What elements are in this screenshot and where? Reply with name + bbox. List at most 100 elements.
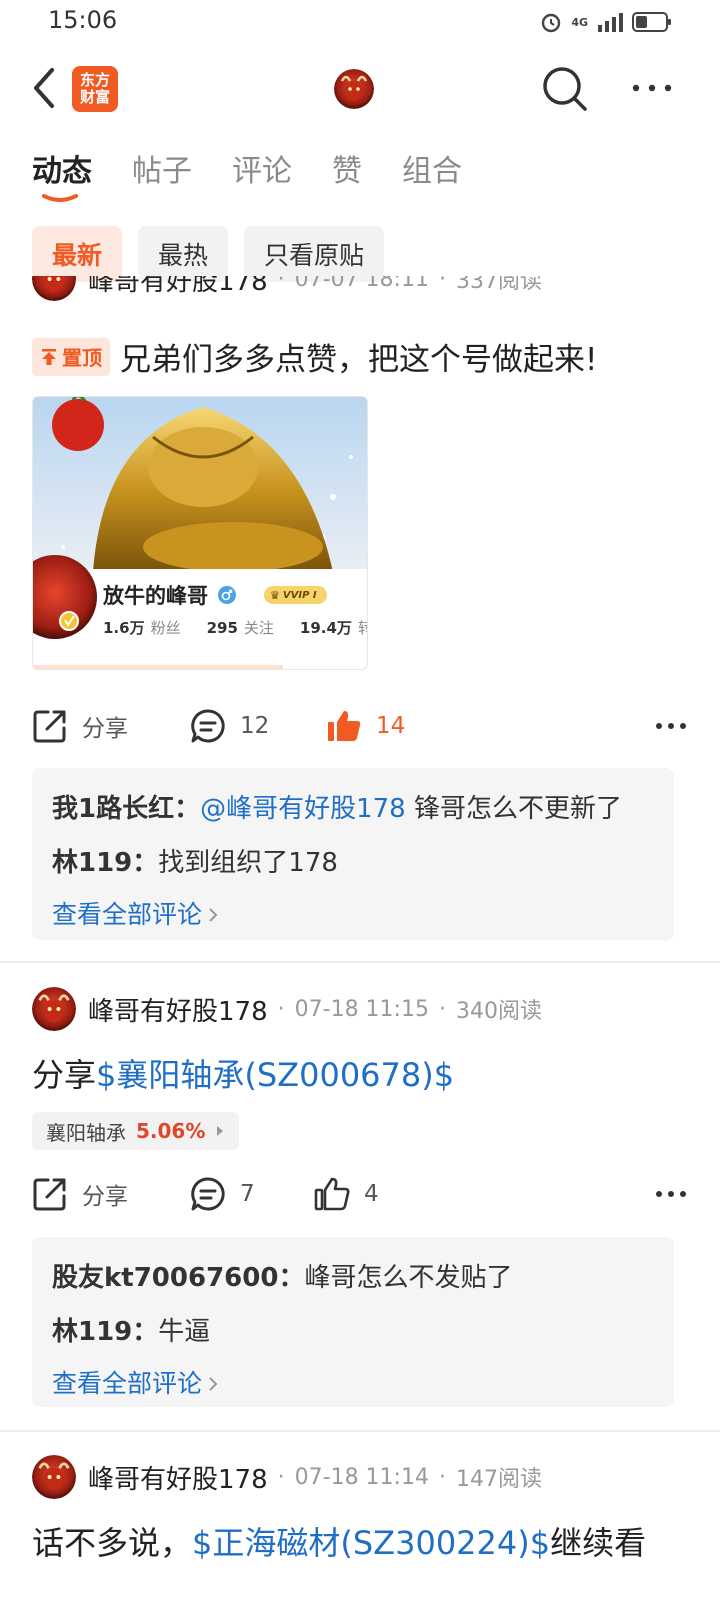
view-all-label: 查看全部评论 [52,1369,203,1398]
post-reads: 147阅读 [455,1467,542,1492]
post-more-icon[interactable] [654,1184,688,1204]
comment-user[interactable]: 林119： [52,848,158,878]
like-button[interactable]: 14 [326,708,405,744]
more-options-icon[interactable] [630,76,674,100]
comment-icon [191,709,225,743]
view-all-label: 查看全部评论 [52,900,203,929]
comment-item[interactable]: 股友kt70067600：峰哥怎么不发贴了 [52,1251,654,1305]
follow-label: 关注 [243,619,274,637]
comment-user[interactable]: 股友kt70067600： [52,1263,304,1293]
search-icon[interactable] [540,64,590,114]
network-label: 4G [571,15,588,29]
fans-count: 1.6万 [103,619,145,637]
author-avatar[interactable] [32,1455,76,1499]
post-image[interactable]: 放牛的峰哥 ♛ VVIP I 1.6万 粉丝 295 关注 19.4万 转 [32,396,368,670]
play-triangle-icon [217,1126,224,1136]
meta-separator: · [438,996,446,1022]
post-text: 兄弟们多多点赞，把这个号做起来! [120,342,598,378]
comment-count: 7 [240,1181,255,1207]
third-label: 转 [358,617,367,638]
chevron-right-icon [209,908,218,922]
comment-text: 锋哥怎么不更新了 [405,794,622,824]
comment-text: 找到组织了178 [158,848,338,878]
tab-dynamic[interactable]: 动态 [32,146,92,190]
post-reads: 337阅读 [455,276,542,294]
logo-line2: 财富 [79,88,110,106]
post-text-suffix: 继续看 [550,1524,647,1562]
thumbs-up-filled-icon [328,711,361,741]
card-name-row: 放牛的峰哥 ♛ VVIP I [103,580,327,610]
share-button[interactable]: 分享 [32,708,190,744]
post-divider [0,961,720,963]
comment-item[interactable]: 林119：找到组织了178 [52,836,654,890]
comment-button[interactable]: 7 [190,1176,314,1212]
battery-icon [632,12,671,32]
view-all-comments-link[interactable]: 查看全部评论 [52,890,654,940]
tab-likes[interactable]: 赞 [332,146,362,190]
post-author[interactable]: 峰哥有好股178 [88,991,268,1028]
meta-separator: · [277,996,285,1022]
like-count: 4 [364,1181,379,1207]
post-text-prefix: 话不多说， [32,1524,193,1562]
comment-text: 峰哥怎么不发贴了 [304,1263,513,1293]
pin-up-icon [42,348,56,365]
post-reads: 340阅读 [455,999,542,1024]
back-arrow-icon[interactable] [24,62,68,114]
author-avatar[interactable] [32,276,76,301]
pinned-label: 置顶 [62,346,102,370]
filter-hot[interactable]: 最热 [138,226,229,282]
share-icon [33,1178,66,1211]
comment-user[interactable]: 林119： [52,1317,158,1347]
tab-posts[interactable]: 帖子 [132,146,192,190]
stock-link[interactable]: $襄阳轴承(SZ000678)$ [96,1056,454,1094]
profile-avatar[interactable] [334,69,374,109]
post-1-header: 峰哥有好股178 · 07-07 18:11 · 337阅读 [32,276,692,316]
filter-latest[interactable]: 最新 [32,226,123,282]
comment-mention[interactable]: @峰哥有好股178 [200,794,406,824]
post-1-body[interactable]: 置顶 兄弟们多多点赞，把这个号做起来! [32,334,597,379]
comment-text: 牛逼 [158,1317,211,1347]
post-divider [0,1430,720,1432]
post-text[interactable]: 分享$襄阳轴承(SZ000678)$ [32,1050,454,1096]
author-avatar[interactable] [32,987,76,1031]
comment-user[interactable]: 我1路长红： [52,794,200,824]
stock-quote-chip[interactable]: 襄阳轴承 5.06% [32,1112,240,1150]
comment-item[interactable]: 林119：牛逼 [52,1305,654,1359]
crown-icon: ♛ [270,588,280,602]
tab-portfolio[interactable]: 组合 [402,146,462,190]
profile-tabs: 动态 帖子 评论 赞 组合 [32,146,462,190]
vip-badge: ♛ VVIP I [264,586,327,604]
alarm-icon [542,13,561,33]
card-name: 放牛的峰哥 [103,584,208,608]
meta-separator: · [438,276,446,292]
meta-separator: · [277,276,285,292]
post-more-icon[interactable] [654,716,688,736]
third-count: 19.4万 [299,619,352,637]
like-button[interactable]: 4 [314,1176,379,1212]
comment-button[interactable]: 12 [190,708,326,744]
comment-icon [191,1177,225,1211]
post-time: 07-18 11:14 [294,1464,429,1490]
view-all-comments-link[interactable]: 查看全部评论 [52,1359,654,1409]
comment-preview: 股友kt70067600：峰哥怎么不发贴了 林119：牛逼 查看全部评论 [32,1237,674,1407]
stock-link[interactable]: $正海磁材(SZ300224)$ [192,1524,550,1562]
active-tab-indicator [42,194,78,202]
comment-preview: 我1路长红：@峰哥有好股178 锋哥怎么不更新了 林119：找到组织了178 查… [32,768,674,940]
post-text[interactable]: 话不多说，$正海磁材(SZ300224)$继续看 [32,1518,646,1564]
pinned-badge: 置顶 [32,337,110,376]
comment-item[interactable]: 我1路长红：@峰哥有好股178 锋哥怎么不更新了 [52,782,654,836]
eastmoney-logo[interactable]: 东方 财富 [72,66,118,112]
tab-comments[interactable]: 评论 [232,146,292,190]
thumbs-up-icon [314,1177,350,1211]
post-2-header: 峰哥有好股178 · 07-18 11:15 · 340阅读 [32,984,542,1034]
post-author[interactable]: 峰哥有好股178 [88,1459,268,1496]
card-stats: 1.6万 粉丝 295 关注 19.4万 转 [103,617,367,638]
signal-icon [598,13,623,32]
comment-count: 12 [240,713,270,739]
post-author[interactable]: 峰哥有好股178 [88,276,268,298]
share-button[interactable]: 分享 [32,1176,190,1212]
stock-change: 5.06% [136,1119,206,1143]
status-time: 15:06 [48,6,118,34]
filter-original-only[interactable]: 只看原贴 [244,226,385,282]
meta-separator: · [438,1464,446,1490]
